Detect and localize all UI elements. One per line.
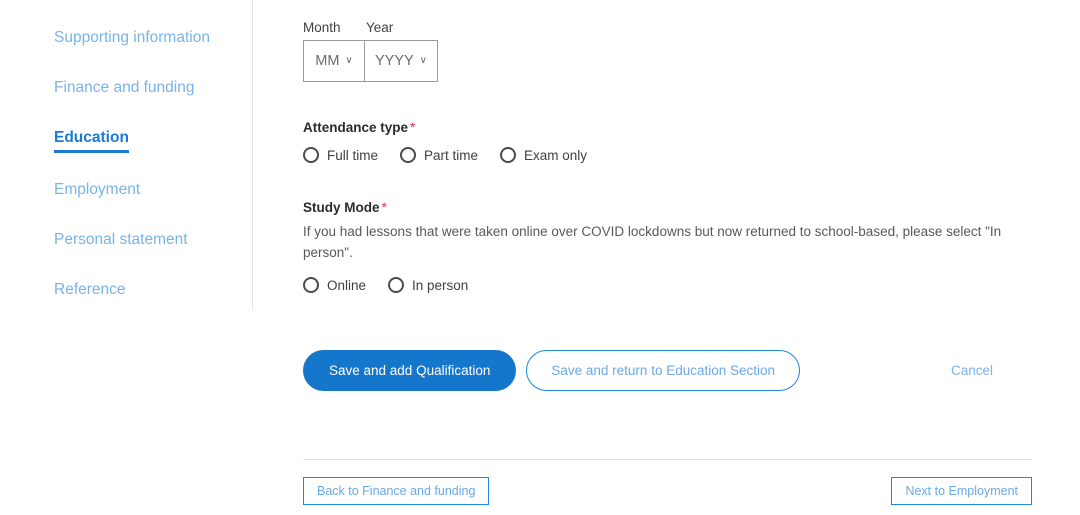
education-form-page: Supporting information Finance and fundi… [0, 0, 1080, 515]
sidebar-item-supporting-information[interactable]: Supporting information [54, 28, 244, 48]
cancel-button[interactable]: Cancel [945, 362, 999, 379]
radio-part-time-label: Part time [424, 147, 479, 163]
sidebar-item-education[interactable]: Education [54, 128, 129, 153]
attendance-type-label-text: Attendance type [303, 120, 409, 135]
study-mode-field: Study Mode * If you had lessons that were… [303, 200, 1009, 293]
year-select-value: YYYY [374, 53, 414, 69]
form-actions: Save and add Qualification Save and retu… [303, 350, 1043, 391]
study-mode-label: Study Mode * [303, 200, 1009, 215]
study-mode-help-text: If you had lessons that were taken onlin… [303, 224, 1002, 260]
radio-circle-icon [388, 277, 405, 293]
bottom-navigation: Back to Finance and funding Next to Empl… [303, 477, 1032, 505]
study-mode-label-text: Study Mode [303, 200, 380, 215]
year-select[interactable]: YYYY ∨ [365, 40, 438, 82]
radio-online-label: Online [327, 277, 367, 293]
required-asterisk: * [381, 200, 387, 215]
radio-full-time-label: Full time [327, 147, 379, 163]
back-to-finance-and-funding-button[interactable]: Back to Finance and funding [303, 477, 490, 505]
sidebar-item-education-wrapper: Education [54, 128, 244, 180]
save-and-add-qualification-button[interactable]: Save and add Qualification [303, 350, 517, 391]
sidebar-item-finance-and-funding[interactable]: Finance and funding [54, 78, 244, 98]
sidebar-item-employment[interactable]: Employment [54, 180, 244, 200]
sidebar-item-personal-statement[interactable]: Personal statement [54, 230, 244, 250]
attendance-type-field: Attendance type * Full time Part time Exa… [303, 120, 609, 163]
date-selects: MM ∨ YYYY ∨ [303, 40, 438, 82]
attendance-type-options: Full time Part time Exam only [303, 147, 609, 163]
sidebar: Supporting information Finance and fundi… [0, 0, 253, 515]
radio-exam-only[interactable]: Exam only [500, 147, 587, 163]
radio-online[interactable]: Online [303, 277, 366, 293]
required-asterisk: * [410, 120, 416, 135]
radio-part-time[interactable]: Part time [400, 147, 478, 163]
radio-circle-icon [303, 277, 319, 293]
chevron-down-icon: ∨ [419, 55, 427, 66]
month-label: Month [303, 20, 341, 35]
radio-full-time[interactable]: Full time [303, 147, 378, 163]
month-select[interactable]: MM ∨ [303, 40, 365, 82]
sidebar-item-reference[interactable]: Reference [54, 280, 244, 300]
radio-in-person-label: In person [412, 277, 469, 293]
radio-in-person[interactable]: In person [388, 277, 468, 293]
sidebar-divider [252, 0, 253, 310]
radio-circle-icon [400, 147, 417, 163]
attendance-type-label: Attendance type * [303, 120, 609, 135]
year-label: Year [366, 20, 394, 35]
next-to-employment-button[interactable]: Next to Employment [891, 477, 1032, 505]
radio-exam-only-label: Exam only [524, 147, 588, 163]
chevron-down-icon: ∨ [345, 55, 353, 66]
radio-circle-icon [303, 147, 319, 163]
sidebar-nav-list: Supporting information Finance and fundi… [54, 28, 244, 330]
bottom-divider [303, 459, 1032, 460]
save-and-return-button[interactable]: Save and return to Education Section [526, 350, 801, 391]
month-select-value: MM [315, 53, 340, 69]
study-mode-options: Online In person [303, 277, 1009, 293]
radio-circle-icon [500, 147, 517, 163]
main-content: Month Year MM ∨ YYYY ∨ Attendance type* [303, 0, 1043, 515]
date-field-labels: Month Year [303, 20, 438, 35]
date-fields: Month Year MM ∨ YYYY ∨ [303, 20, 438, 82]
